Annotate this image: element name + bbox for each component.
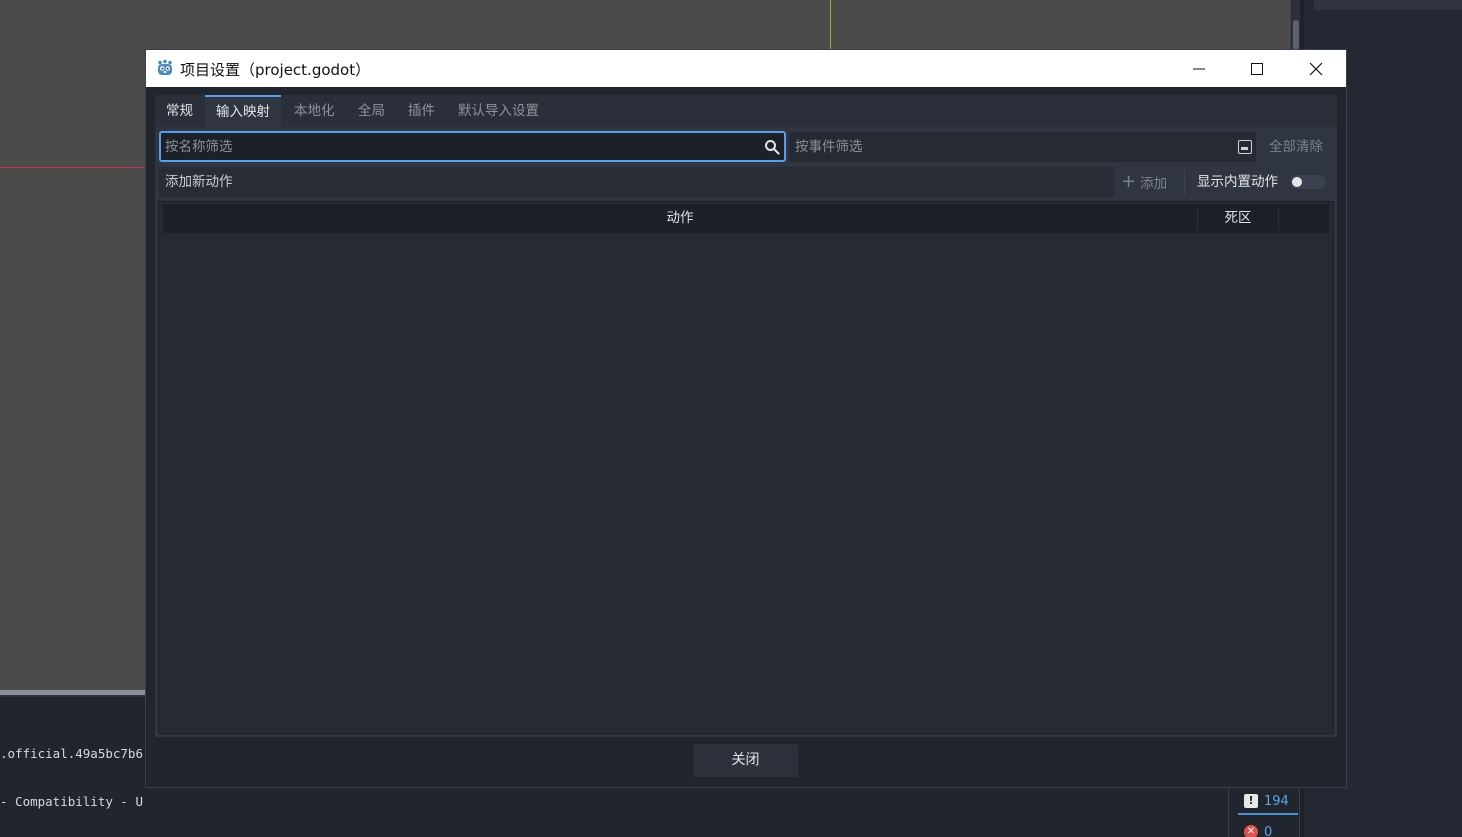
filter-by-event-input[interactable] — [795, 132, 1225, 162]
tree-header: 动作 死区 — [163, 204, 1329, 233]
minimize-icon — [1193, 68, 1205, 69]
filter-by-name-field[interactable] — [159, 131, 786, 162]
bottom-panel-splitter[interactable] — [0, 690, 146, 697]
column-header-deadzone: 死区 — [1224, 210, 1252, 226]
add-action-button[interactable]: + 添加 — [1121, 167, 1179, 197]
column-header-action: 动作 — [666, 210, 694, 226]
tab-import-defaults[interactable]: 默认导入设置 — [447, 95, 550, 127]
tab-input-map[interactable]: 输入映射 — [205, 95, 281, 127]
add-action-field[interactable] — [159, 167, 1114, 197]
add-action-input[interactable] — [165, 167, 1105, 197]
errors-count: 0 — [1264, 824, 1273, 837]
close-icon — [1309, 62, 1323, 75]
tab-localization[interactable]: 本地化 — [283, 95, 346, 127]
maximize-button[interactable] — [1228, 50, 1286, 87]
errors-filter-button[interactable]: ✕ 0 — [1238, 822, 1298, 837]
clear-all-button[interactable]: 全部清除 — [1264, 132, 1328, 162]
warnings-filter-button[interactable]: ! 194 — [1238, 789, 1298, 815]
add-button-label: 添加 — [1140, 176, 1168, 192]
maximize-icon — [1251, 62, 1263, 75]
show-builtin-actions-label: 显示内置动作 — [1197, 174, 1278, 190]
console-output: .official.49a5bc7b6 - Compatibility - U — [0, 714, 146, 826]
search-icon — [765, 140, 780, 155]
console-line: - Compatibility - U — [0, 794, 143, 809]
close-window-button[interactable] — [1287, 50, 1345, 87]
dialog-titlebar[interactable]: 项目设置（project.godot） — [146, 50, 1346, 87]
right-dock-tab-strip — [1314, 0, 1462, 10]
event-capture-icon[interactable] — [1238, 140, 1252, 154]
close-button[interactable]: 关闭 — [693, 744, 798, 777]
minimize-button[interactable] — [1170, 50, 1228, 87]
filter-by-name-input[interactable] — [165, 133, 755, 160]
toolbar-divider — [1184, 169, 1185, 195]
viewport-scroll-thumb[interactable] — [1293, 20, 1299, 50]
tab-general[interactable]: 常规 — [155, 95, 204, 127]
warning-icon: ! — [1244, 794, 1258, 808]
filter-by-event-field[interactable] — [789, 132, 1256, 162]
tab-globals[interactable]: 全局 — [347, 95, 396, 127]
godot-icon — [158, 59, 172, 75]
console-line: .official.49a5bc7b6 — [0, 746, 143, 761]
action-tree[interactable]: 动作 死区 — [158, 201, 1334, 734]
viewport-x-axis-line — [0, 167, 146, 168]
warnings-count: 194 — [1264, 793, 1289, 809]
window-title: 项目设置（project.godot） — [180, 61, 371, 79]
plus-icon: + — [1121, 171, 1137, 192]
tab-plugins[interactable]: 插件 — [397, 95, 446, 127]
viewport-y-axis-line — [830, 0, 831, 50]
project-settings-dialog: 项目设置（project.godot） 常规 输入映射 本地化 全局 插件 默认… — [146, 50, 1346, 787]
error-icon: ✕ — [1244, 825, 1258, 837]
show-builtin-actions-toggle[interactable] — [1290, 175, 1326, 189]
column-separator — [1278, 208, 1279, 230]
settings-tabbar: 常规 输入映射 本地化 全局 插件 默认导入设置 — [155, 95, 1337, 127]
